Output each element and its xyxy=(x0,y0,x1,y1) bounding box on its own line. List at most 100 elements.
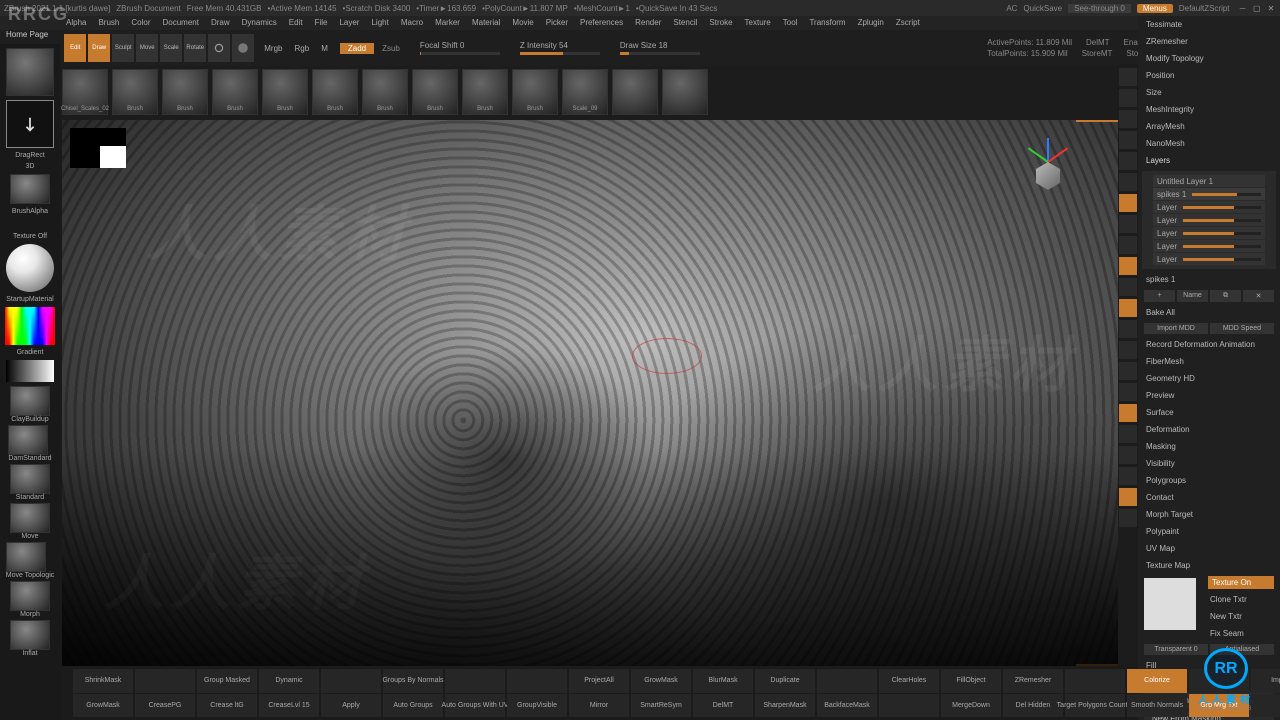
bottom-btn[interactable]: Groups By Normals xyxy=(383,669,443,693)
brush-thumb[interactable]: Brush xyxy=(312,69,358,115)
see-through-slider[interactable]: See-through 0 xyxy=(1068,4,1131,13)
brush-thumb[interactable]: Brush xyxy=(362,69,408,115)
bottom-btn[interactable]: Smooth Normals xyxy=(1127,694,1187,718)
brush-thumb[interactable]: Chisel_Scales_02 xyxy=(62,69,108,115)
texture-off[interactable]: Texture Off xyxy=(13,233,47,240)
z-intensity-slider[interactable]: Z Intensity 54 xyxy=(520,41,600,55)
brush-thumb[interactable]: Brush xyxy=(212,69,258,115)
axis-gizmo[interactable] xyxy=(1018,132,1078,192)
menu-document[interactable]: Document xyxy=(157,16,205,30)
bottom-btn[interactable]: Target Polygons Count 5 xyxy=(1065,694,1125,718)
quicksave-button[interactable]: QuickSave xyxy=(1023,4,1062,13)
bottom-btn[interactable]: DelMT xyxy=(693,694,753,718)
min-icon[interactable]: ─ xyxy=(1238,4,1248,13)
stroke-thumb[interactable] xyxy=(6,100,54,148)
draw-size-slider[interactable]: Draw Size 18 xyxy=(620,41,700,55)
section-arraymesh[interactable]: ArrayMesh xyxy=(1138,118,1280,135)
nav-button-14[interactable] xyxy=(1119,362,1137,380)
nav-button-6[interactable] xyxy=(1119,194,1137,212)
bottom-btn[interactable]: BackfaceMask xyxy=(817,694,877,718)
section-masking[interactable]: Masking xyxy=(1138,438,1280,455)
nav-button-1[interactable] xyxy=(1119,89,1137,107)
bottom-btn[interactable]: CreaseLvl 15 xyxy=(259,694,319,718)
menu-stroke[interactable]: Stroke xyxy=(703,16,738,30)
section-geometry-hd[interactable]: Geometry HD xyxy=(1138,370,1280,387)
gizmo-button[interactable] xyxy=(208,34,230,62)
menu-preferences[interactable]: Preferences xyxy=(574,16,629,30)
menu-texture[interactable]: Texture xyxy=(739,16,777,30)
gradient-label[interactable]: Gradient xyxy=(17,349,44,356)
menu-stencil[interactable]: Stencil xyxy=(667,16,703,30)
bottom-btn[interactable]: Del Hidden xyxy=(1003,694,1063,718)
max-icon[interactable]: ▢ xyxy=(1252,4,1262,13)
menu-dynamics[interactable]: Dynamics xyxy=(236,16,283,30)
section-preview[interactable]: Preview xyxy=(1138,387,1280,404)
quick-brush[interactable] xyxy=(10,503,50,533)
menus-button[interactable]: Menus xyxy=(1137,4,1173,13)
section-modify-topology[interactable]: Modify Topology xyxy=(1138,50,1280,67)
bottom-btn[interactable]: Colorize xyxy=(1127,669,1187,693)
top-orange-handle[interactable] xyxy=(1076,120,1118,122)
record-deform[interactable]: Record Deformation Animation xyxy=(1138,336,1280,353)
layer-row[interactable]: Layer xyxy=(1153,227,1265,239)
texture-on-toggle[interactable]: Texture On xyxy=(1208,576,1274,589)
close-icon[interactable]: ✕ xyxy=(1266,4,1276,13)
menu-zplugin[interactable]: Zplugin xyxy=(852,16,890,30)
layer-row[interactable]: Untitled Layer 1 xyxy=(1153,175,1265,187)
menu-zscript[interactable]: Zscript xyxy=(890,16,926,30)
section-polypaint[interactable]: Polypaint xyxy=(1138,523,1280,540)
nav-button-21[interactable] xyxy=(1119,509,1137,527)
section-size[interactable]: Size xyxy=(1138,84,1280,101)
layer-name[interactable]: Name xyxy=(1177,290,1208,302)
bottom-btn[interactable]: Crease ltG xyxy=(197,694,257,718)
bottom-btn[interactable]: FillObject xyxy=(941,669,1001,693)
bottom-btn[interactable]: Auto Groups With UV xyxy=(445,694,505,718)
bottom-btn[interactable]: Mirror xyxy=(569,694,629,718)
section-surface[interactable]: Surface xyxy=(1138,404,1280,421)
section-deformation[interactable]: Deformation xyxy=(1138,421,1280,438)
nav-button-7[interactable] xyxy=(1119,215,1137,233)
bottom-btn[interactable]: Group Masked xyxy=(197,669,257,693)
layer-del[interactable]: ✕ xyxy=(1243,290,1274,302)
brush-thumb[interactable]: Scale_09 xyxy=(562,69,608,115)
bottom-btn[interactable]: ProjectAll xyxy=(569,669,629,693)
section-nanomesh[interactable]: NanoMesh xyxy=(1138,135,1280,152)
quick-brush[interactable] xyxy=(8,425,48,455)
clone-txtr[interactable]: Clone Txtr xyxy=(1202,591,1280,608)
nav-button-19[interactable] xyxy=(1119,467,1137,485)
menu-transform[interactable]: Transform xyxy=(803,16,851,30)
brush-thumb[interactable]: Brush xyxy=(462,69,508,115)
bottom-btn[interactable]: GrowMask xyxy=(631,669,691,693)
bottom-btn[interactable]: BlurMask xyxy=(693,669,753,693)
reference-thumb[interactable] xyxy=(70,128,126,168)
bottom-btn[interactable]: ClearHoles xyxy=(879,669,939,693)
layer-row[interactable]: Layer xyxy=(1153,253,1265,265)
focal-shift-slider[interactable]: Focal Shift 0 xyxy=(420,41,500,55)
mdd-speed[interactable]: MDD Speed xyxy=(1210,323,1274,334)
bottom-btn[interactable]: Auto Groups xyxy=(383,694,443,718)
nav-button-13[interactable] xyxy=(1119,341,1137,359)
brush-thumb[interactable]: Brush xyxy=(112,69,158,115)
nav-button-17[interactable] xyxy=(1119,425,1137,443)
menu-draw[interactable]: Draw xyxy=(205,16,236,30)
bottom-btn[interactable]: MergeDown xyxy=(941,694,1001,718)
menu-brush[interactable]: Brush xyxy=(92,16,125,30)
bake-all-button[interactable]: Bake All xyxy=(1138,304,1280,321)
material-thumb[interactable] xyxy=(6,244,54,292)
bottom-btn[interactable]: GroupVisible xyxy=(507,694,567,718)
shelf-rotate[interactable]: Rotate xyxy=(184,34,206,62)
brush-thumb[interactable] xyxy=(662,69,708,115)
fix-seam[interactable]: Fix Seam xyxy=(1202,625,1280,642)
brush-thumb[interactable]: Brush xyxy=(512,69,558,115)
layer-row-selected[interactable]: spikes 1 xyxy=(1153,188,1265,200)
bottom-btn[interactable]: ShrinkMask xyxy=(73,669,133,693)
section-fibermesh[interactable]: FiberMesh xyxy=(1138,353,1280,370)
menu-tool[interactable]: Tool xyxy=(777,16,804,30)
brush-thumb[interactable] xyxy=(612,69,658,115)
nav-button-10[interactable] xyxy=(1119,278,1137,296)
new-txtr[interactable]: New Txtr xyxy=(1202,608,1280,625)
quick-brush[interactable] xyxy=(6,542,46,572)
menu-render[interactable]: Render xyxy=(629,16,667,30)
nav-button-4[interactable] xyxy=(1119,152,1137,170)
bottom-btn[interactable]: SmartReSym xyxy=(631,694,691,718)
